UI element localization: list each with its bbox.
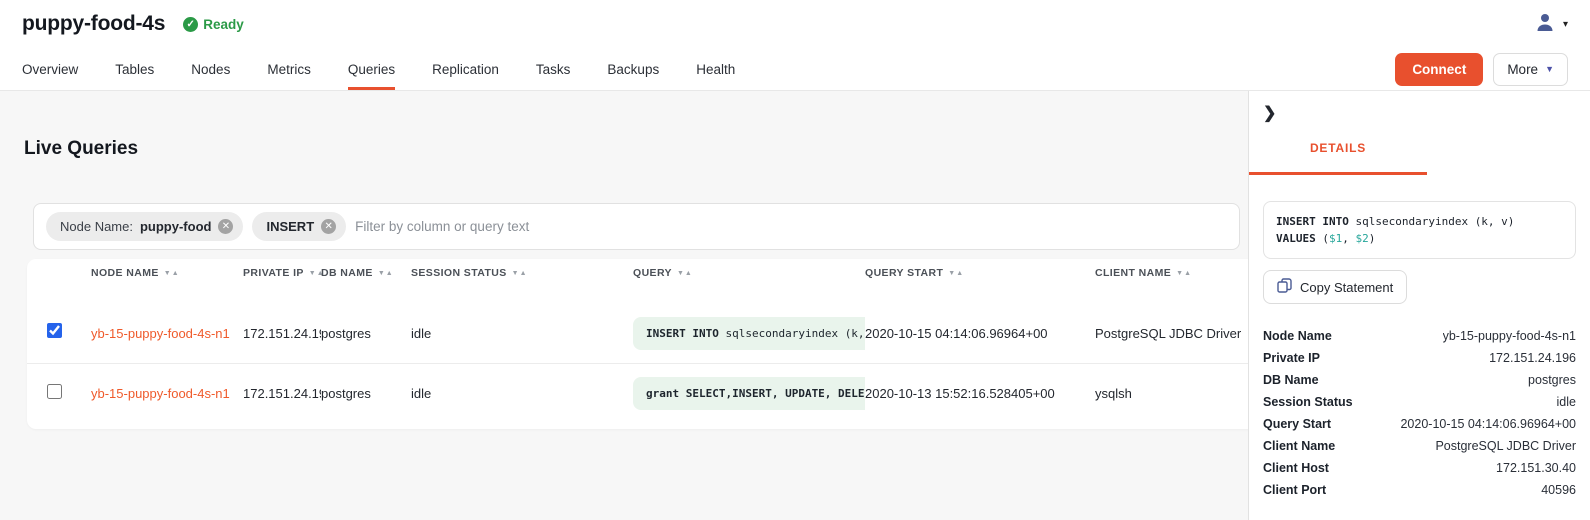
sql-statement-box: INSERT INTO sqlsecondaryindex (k, v) VAL… [1263, 201, 1576, 259]
query-snippet[interactable]: grant SELECT,INSERT, UPDATE, DELETE… [633, 377, 865, 410]
filter-chip-prefix: Node Name: [60, 219, 133, 234]
private-ip-cell: 172.151.24.196 [243, 386, 321, 401]
table-row[interactable]: yb-15-puppy-food-4s-n1 172.151.24.196 po… [27, 363, 1248, 423]
filter-chip-insert: INSERT ✕ [252, 212, 346, 241]
client-name-cell: PostgreSQL JDBC Driver [1095, 326, 1248, 341]
query-start-cell: 2020-10-15 04:14:06.96964+00 [865, 326, 1095, 341]
filter-chip-value: INSERT [266, 219, 314, 234]
column-header-db-name[interactable]: DB NAME ▼▲ [321, 267, 411, 279]
query-start-cell: 2020-10-13 15:52:16.528405+00 [865, 386, 1095, 401]
detail-field-row: Private IP 172.151.24.196 [1263, 347, 1576, 369]
user-menu-caret-icon[interactable]: ▾ [1563, 19, 1568, 30]
client-name-cell: ysqlsh [1095, 386, 1248, 401]
column-header-query[interactable]: QUERY ▼▲ [633, 267, 865, 279]
status-badge: ✓ Ready [183, 17, 244, 32]
filter-chip-value: puppy-food [140, 219, 211, 234]
top-bar: puppy-food-4s ✓ Ready ▾ [0, 0, 1590, 48]
table-header-row: NODE NAME ▼▲ PRIVATE IP ▼▲ DB NAME ▼▲ SE… [27, 259, 1248, 303]
sort-icon[interactable]: ▼▲ [378, 270, 394, 277]
page-title: Live Queries [24, 138, 1248, 160]
check-circle-icon: ✓ [183, 17, 198, 32]
column-header-client-name[interactable]: CLIENT NAME ▼▲ [1095, 267, 1248, 279]
sql-line-2: VALUES ($1, $2) [1276, 230, 1563, 247]
detail-field-row: Node Name yb-15-puppy-food-4s-n1 [1263, 325, 1576, 347]
db-name-cell: postgres [321, 386, 411, 401]
collapse-panel-icon[interactable]: ❯ [1263, 103, 1279, 123]
detail-field-row: Query Start 2020-10-15 04:14:06.96964+00 [1263, 413, 1576, 435]
sql-param: $2 [1356, 232, 1369, 245]
table-row[interactable]: yb-15-puppy-food-4s-n1 172.151.24.196 po… [27, 303, 1248, 363]
details-panel: ❯ DETAILS INSERT INTO sqlsecondaryindex … [1248, 91, 1590, 520]
detail-field-row: Client Port 40596 [1263, 479, 1576, 501]
copy-icon [1277, 278, 1292, 296]
query-snippet[interactable]: INSERT INTO sqlsecondaryindex (k, v… [633, 317, 865, 350]
remove-filter-icon[interactable]: ✕ [321, 219, 336, 234]
row-checkbox[interactable] [47, 384, 62, 399]
details-tab-label: DETAILS [1310, 141, 1366, 155]
column-header-session-status[interactable]: SESSION STATUS ▼▲ [411, 267, 633, 279]
column-header-private-ip[interactable]: PRIVATE IP ▼▲ [243, 267, 321, 279]
sql-line-1: INSERT INTO sqlsecondaryindex (k, v) [1276, 213, 1563, 230]
column-header-node-name[interactable]: NODE NAME ▼▲ [91, 267, 243, 279]
detail-field-row: Client Host 172.151.30.40 [1263, 457, 1576, 479]
tab-tables[interactable]: Tables [115, 48, 154, 90]
tab-health[interactable]: Health [696, 48, 735, 90]
more-button[interactable]: More ▼ [1493, 53, 1568, 86]
detail-field-row: Client Name PostgreSQL JDBC Driver [1263, 435, 1576, 457]
db-name-cell: postgres [321, 326, 411, 341]
remove-filter-icon[interactable]: ✕ [218, 219, 233, 234]
tab-queries[interactable]: Queries [348, 48, 395, 90]
session-status-cell: idle [411, 386, 633, 401]
tab-metrics[interactable]: Metrics [267, 48, 311, 90]
node-name-link[interactable]: yb-15-puppy-food-4s-n1 [91, 386, 243, 401]
more-button-label: More [1507, 62, 1538, 77]
connect-button[interactable]: Connect [1395, 53, 1483, 86]
sort-icon[interactable]: ▼▲ [164, 270, 180, 277]
detail-field-row: Session Status idle [1263, 391, 1576, 413]
sort-icon[interactable]: ▼▲ [512, 270, 528, 277]
nav-bar: Overview Tables Nodes Metrics Queries Re… [0, 48, 1590, 91]
tab-overview[interactable]: Overview [22, 48, 78, 90]
chevron-down-icon: ▼ [1545, 64, 1554, 74]
tab-backups[interactable]: Backups [607, 48, 659, 90]
nav-tabs: Overview Tables Nodes Metrics Queries Re… [22, 48, 735, 90]
column-header-query-start[interactable]: QUERY START ▼▲ [865, 267, 1095, 279]
filter-input[interactable] [355, 219, 1227, 234]
user-avatar-icon[interactable] [1534, 11, 1556, 38]
sort-icon[interactable]: ▼▲ [1176, 270, 1192, 277]
tab-details[interactable]: DETAILS [1249, 139, 1427, 175]
sql-param: $1 [1329, 232, 1342, 245]
sort-icon[interactable]: ▼▲ [677, 270, 693, 277]
session-status-cell: idle [411, 326, 633, 341]
filter-bar[interactable]: Node Name: puppy-food ✕ INSERT ✕ [33, 203, 1240, 250]
node-name-link[interactable]: yb-15-puppy-food-4s-n1 [91, 326, 243, 341]
details-fields: Node Name yb-15-puppy-food-4s-n1 Private… [1263, 325, 1576, 501]
filter-chip-node-name: Node Name: puppy-food ✕ [46, 212, 243, 241]
sort-icon[interactable]: ▼▲ [948, 270, 964, 277]
cluster-title: puppy-food-4s [22, 12, 165, 36]
private-ip-cell: 172.151.24.196 [243, 326, 321, 341]
tab-replication[interactable]: Replication [432, 48, 499, 90]
queries-table: NODE NAME ▼▲ PRIVATE IP ▼▲ DB NAME ▼▲ SE… [27, 259, 1248, 429]
copy-statement-label: Copy Statement [1300, 280, 1393, 295]
detail-field-row: DB Name postgres [1263, 369, 1576, 391]
status-label: Ready [203, 17, 244, 32]
live-queries-panel: Live Queries Node Name: puppy-food ✕ INS… [0, 91, 1248, 520]
tab-nodes[interactable]: Nodes [191, 48, 230, 90]
copy-statement-button[interactable]: Copy Statement [1263, 270, 1407, 304]
tab-tasks[interactable]: Tasks [536, 48, 571, 90]
row-checkbox[interactable] [47, 323, 62, 338]
